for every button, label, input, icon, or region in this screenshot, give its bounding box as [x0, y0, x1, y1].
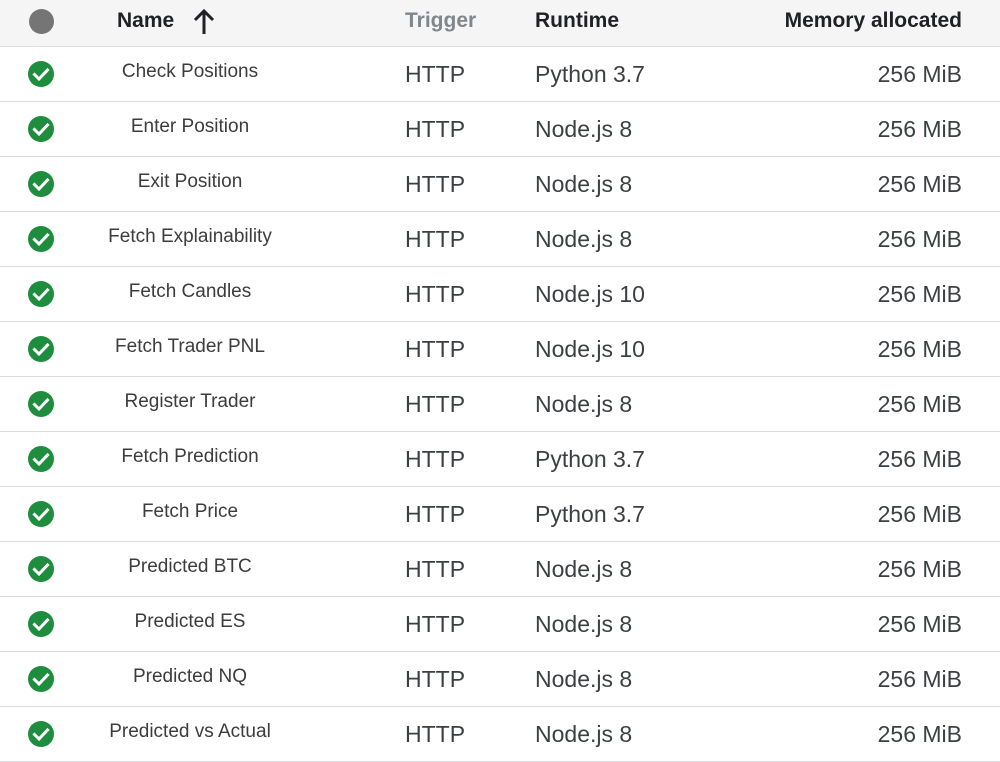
check-circle-icon [28, 116, 54, 142]
function-name-link[interactable]: Predicted vs Actual [109, 707, 271, 761]
check-circle-icon [28, 501, 54, 527]
check-circle-icon [28, 61, 54, 87]
table-row[interactable]: Exit Position HTTP Node.js 8 256 MiB [0, 157, 1000, 212]
memory-cell: 256 MiB [877, 226, 962, 252]
runtime-cell: Node.js 8 [535, 391, 633, 417]
status-dot-icon[interactable] [29, 9, 54, 34]
check-circle-icon [28, 336, 54, 362]
table-row[interactable]: Predicted NQ HTTP Node.js 8 256 MiB [0, 652, 1000, 707]
memory-cell: 256 MiB [877, 391, 962, 417]
table-row[interactable]: Fetch Candles HTTP Node.js 10 256 MiB [0, 267, 1000, 322]
arrow-up-icon[interactable] [192, 9, 216, 35]
runtime-cell: Python 3.7 [535, 61, 645, 87]
check-circle-icon [28, 281, 54, 307]
trigger-cell: HTTP [405, 61, 466, 87]
trigger-cell: HTTP [405, 171, 466, 197]
memory-cell: 256 MiB [877, 171, 962, 197]
check-circle-icon [28, 226, 54, 252]
memory-cell: 256 MiB [877, 61, 962, 87]
function-name-link[interactable]: Exit Position [138, 157, 243, 211]
function-name-link[interactable]: Fetch Explainability [108, 212, 272, 266]
memory-cell: 256 MiB [877, 611, 962, 637]
function-name-link[interactable]: Register Trader [125, 377, 256, 431]
table-row[interactable]: Predicted BTC HTTP Node.js 8 256 MiB [0, 542, 1000, 597]
runtime-cell: Node.js 10 [535, 281, 645, 307]
table-row[interactable]: Predicted ES HTTP Node.js 8 256 MiB [0, 597, 1000, 652]
runtime-cell: Node.js 8 [535, 556, 633, 582]
column-header-name[interactable]: Name [117, 0, 174, 46]
function-name-link[interactable]: Fetch Prediction [121, 432, 258, 486]
trigger-cell: HTTP [405, 391, 466, 417]
table-body: Check Positions HTTP Python 3.7 256 MiB Ente… [0, 47, 1000, 762]
memory-cell: 256 MiB [877, 116, 962, 142]
function-name-link[interactable]: Fetch Candles [129, 267, 252, 321]
check-circle-icon [28, 391, 54, 417]
runtime-cell: Node.js 8 [535, 116, 633, 142]
trigger-cell: HTTP [405, 556, 466, 582]
memory-cell: 256 MiB [877, 446, 962, 472]
runtime-cell: Python 3.7 [535, 501, 645, 527]
trigger-cell: HTTP [405, 611, 466, 637]
runtime-cell: Node.js 8 [535, 226, 633, 252]
runtime-cell: Node.js 8 [535, 611, 633, 637]
memory-cell: 256 MiB [877, 721, 962, 747]
function-name-link[interactable]: Check Positions [122, 47, 258, 101]
runtime-cell: Node.js 8 [535, 721, 633, 747]
table-row[interactable]: Fetch Trader PNL HTTP Node.js 10 256 MiB [0, 322, 1000, 377]
function-name-link[interactable]: Fetch Price [142, 487, 238, 541]
table-header: Name Trigger Runtime Memory allocated [0, 0, 1000, 47]
check-circle-icon [28, 446, 54, 472]
runtime-cell: Python 3.7 [535, 446, 645, 472]
memory-cell: 256 MiB [877, 281, 962, 307]
trigger-cell: HTTP [405, 721, 466, 747]
memory-cell: 256 MiB [877, 556, 962, 582]
table-row[interactable]: Fetch Prediction HTTP Python 3.7 256 MiB [0, 432, 1000, 487]
check-circle-icon [28, 556, 54, 582]
memory-cell: 256 MiB [877, 336, 962, 362]
trigger-cell: HTTP [405, 666, 466, 692]
table-row[interactable]: Register Trader HTTP Node.js 8 256 MiB [0, 377, 1000, 432]
memory-cell: 256 MiB [877, 501, 962, 527]
table-row[interactable]: Fetch Price HTTP Python 3.7 256 MiB [0, 487, 1000, 542]
column-header-runtime[interactable]: Runtime [535, 0, 619, 46]
table-row[interactable]: Check Positions HTTP Python 3.7 256 MiB [0, 47, 1000, 102]
trigger-cell: HTTP [405, 336, 466, 362]
trigger-cell: HTTP [405, 226, 466, 252]
function-name-link[interactable]: Enter Position [131, 102, 249, 156]
trigger-cell: HTTP [405, 501, 466, 527]
check-circle-icon [28, 171, 54, 197]
table-row[interactable]: Fetch Explainability HTTP Node.js 8 256 MiB [0, 212, 1000, 267]
check-circle-icon [28, 721, 54, 747]
function-name-link[interactable]: Predicted ES [135, 597, 246, 651]
column-header-trigger[interactable]: Trigger [405, 0, 476, 46]
column-header-memory[interactable]: Memory allocated [785, 0, 962, 46]
check-circle-icon [28, 666, 54, 692]
function-name-link[interactable]: Fetch Trader PNL [115, 322, 265, 376]
function-name-link[interactable]: Predicted BTC [128, 542, 252, 596]
function-name-link[interactable]: Predicted NQ [133, 652, 247, 706]
table-row[interactable]: Enter Position HTTP Node.js 8 256 MiB [0, 102, 1000, 157]
runtime-cell: Node.js 8 [535, 171, 633, 197]
check-circle-icon [28, 611, 54, 637]
trigger-cell: HTTP [405, 446, 466, 472]
runtime-cell: Node.js 10 [535, 336, 645, 362]
trigger-cell: HTTP [405, 281, 466, 307]
runtime-cell: Node.js 8 [535, 666, 633, 692]
memory-cell: 256 MiB [877, 666, 962, 692]
trigger-cell: HTTP [405, 116, 466, 142]
functions-table: Name Trigger Runtime Memory allocated Ch… [0, 0, 1000, 762]
